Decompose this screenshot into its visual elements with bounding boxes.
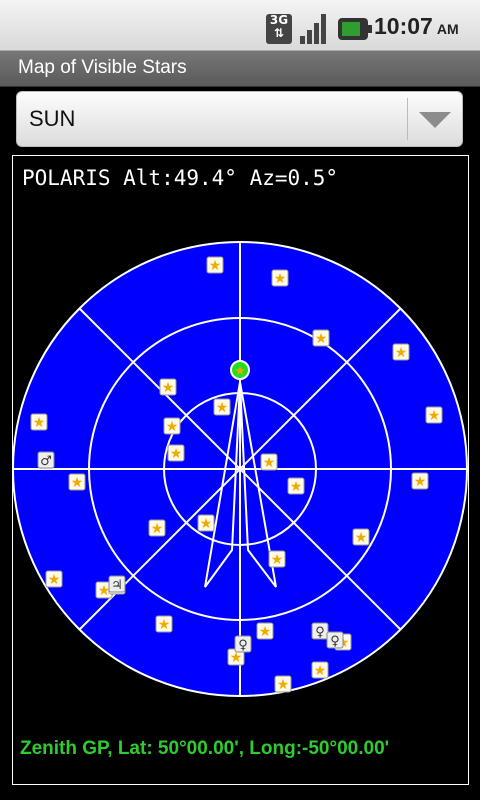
- svg-text:★: ★: [274, 271, 287, 287]
- svg-text:★: ★: [216, 400, 229, 416]
- star-marker[interactable]: ★: [45, 570, 63, 588]
- svg-text:★: ★: [170, 446, 183, 462]
- star-marker[interactable]: ★: [30, 413, 48, 431]
- star-marker[interactable]: ★: [155, 615, 173, 633]
- sky-map[interactable]: ★★★★★★★★★★★★★★★★★★★★★★★★★★★♂♃♀♀♀★: [0, 0, 480, 800]
- svg-text:★: ★: [271, 552, 284, 568]
- svg-text:★: ★: [290, 479, 303, 495]
- star-marker[interactable]: ★: [271, 269, 289, 287]
- star-marker[interactable]: ★: [425, 406, 443, 424]
- star-marker[interactable]: ★: [411, 472, 429, 490]
- svg-text:★: ★: [48, 572, 61, 588]
- svg-text:♀: ♀: [315, 625, 325, 640]
- star-marker[interactable]: ★: [260, 453, 278, 471]
- svg-text:★: ★: [151, 521, 164, 537]
- star-marker[interactable]: ★: [206, 256, 224, 274]
- star-marker[interactable]: ★: [68, 473, 86, 491]
- svg-text:★: ★: [33, 415, 46, 431]
- star-marker[interactable]: ★: [311, 661, 329, 679]
- svg-text:★: ★: [259, 624, 272, 640]
- svg-text:★: ★: [234, 364, 246, 379]
- planet-marker[interactable]: ♃: [108, 575, 126, 593]
- svg-text:★: ★: [98, 583, 111, 599]
- svg-text:★: ★: [200, 516, 213, 532]
- svg-text:★: ★: [355, 530, 368, 546]
- svg-text:★: ★: [414, 474, 427, 490]
- star-marker[interactable]: ★: [312, 329, 330, 347]
- polaris-highlight-marker[interactable]: ★: [230, 360, 250, 380]
- star-marker[interactable]: ★: [213, 398, 231, 416]
- planet-marker[interactable]: ♀: [311, 622, 329, 640]
- svg-text:★: ★: [277, 677, 290, 693]
- star-marker[interactable]: ★: [287, 477, 305, 495]
- star-marker[interactable]: ★: [256, 622, 274, 640]
- star-marker[interactable]: ★: [392, 343, 410, 361]
- planet-marker[interactable]: ♀: [234, 635, 252, 653]
- star-marker[interactable]: ★: [352, 528, 370, 546]
- star-marker[interactable]: ★: [163, 417, 181, 435]
- svg-text:★: ★: [315, 331, 328, 347]
- star-marker[interactable]: ★: [274, 675, 292, 693]
- star-marker[interactable]: ★: [159, 378, 177, 396]
- svg-text:★: ★: [209, 258, 222, 274]
- svg-text:★: ★: [314, 663, 327, 679]
- svg-text:★: ★: [166, 419, 179, 435]
- svg-text:♀: ♀: [238, 638, 248, 653]
- svg-text:★: ★: [263, 455, 276, 471]
- star-marker[interactable]: ★: [167, 444, 185, 462]
- svg-text:♃: ♃: [111, 578, 123, 593]
- zenith-position-label: Zenith GP, Lat: 50°00.00', Long:-50°00.0…: [20, 738, 390, 759]
- svg-text:♂: ♂: [40, 454, 52, 469]
- star-marker[interactable]: ★: [268, 550, 286, 568]
- planet-marker[interactable]: ♀: [326, 631, 344, 649]
- svg-text:★: ★: [395, 345, 408, 361]
- planet-marker[interactable]: ♂: [37, 451, 55, 469]
- svg-text:★: ★: [428, 408, 441, 424]
- svg-text:★: ★: [162, 380, 175, 396]
- star-marker[interactable]: ★: [148, 519, 166, 537]
- svg-text:♀: ♀: [330, 634, 340, 649]
- svg-text:★: ★: [158, 617, 171, 633]
- selected-star-readout: POLARIS Alt:49.4° Az=0.5°: [22, 166, 339, 190]
- star-marker[interactable]: ★: [197, 514, 215, 532]
- svg-text:★: ★: [71, 475, 84, 491]
